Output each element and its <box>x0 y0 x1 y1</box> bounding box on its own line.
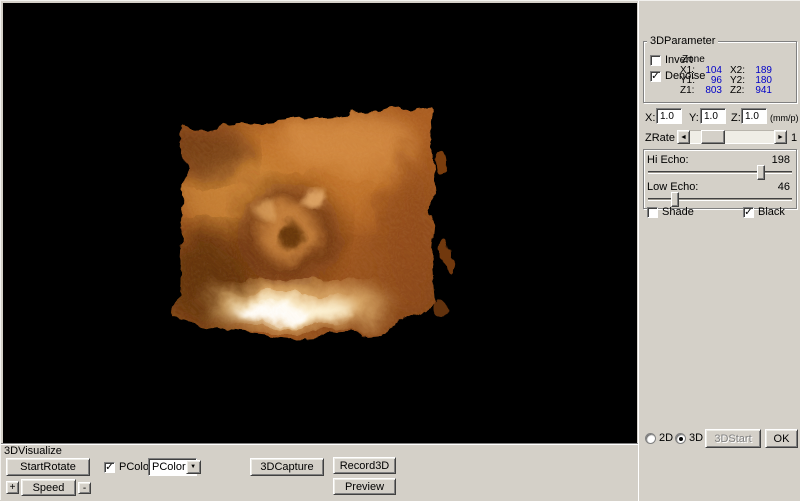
zone-row-x: X1: 104 X2: 189 <box>680 65 796 75</box>
scale-x-label: X: <box>645 112 655 124</box>
zone-z2-value: 941 <box>742 85 772 96</box>
shade-checkbox[interactable]: Shade <box>647 206 694 218</box>
preview-button[interactable]: Preview <box>333 478 396 495</box>
scale-y-label: Y: <box>689 112 699 124</box>
hi-echo-slider[interactable] <box>648 171 792 174</box>
zone-label: Zone <box>682 54 705 65</box>
scale-y-input[interactable] <box>700 108 726 124</box>
shade-checkbox-box <box>647 207 658 218</box>
mode-2d-radio[interactable]: 2D <box>645 432 673 444</box>
hi-echo-thumb[interactable] <box>757 165 765 180</box>
zrate-right-arrow[interactable]: ► <box>774 130 787 144</box>
denoise-checkbox-box: ✓ <box>650 71 661 82</box>
mode-2d-radio-label: 2D <box>659 432 673 444</box>
low-echo-slider[interactable] <box>648 198 792 201</box>
shade-checkbox-label: Shade <box>662 206 694 218</box>
zrate-value: 1 <box>791 132 797 144</box>
mode-3d-radio-circle <box>675 433 686 444</box>
mode-2d-radio-circle <box>645 433 656 444</box>
pcolor-checkbox-box: ✓ <box>104 462 115 473</box>
visualize-panel-title: 3DVisualize <box>4 445 62 457</box>
visualize-panel: 3DVisualize StartRotate ✓ PColor PColor … <box>1 443 638 501</box>
zrate-scrollbar[interactable]: ◄ ► <box>677 130 787 144</box>
zrate-left-arrow[interactable]: ◄ <box>677 130 690 144</box>
echo-groupbox: Hi Echo: 198 Low Echo: 46 <box>643 149 797 209</box>
hi-echo-value: 198 <box>772 154 790 166</box>
zone-row-z: Z1: 803 Z2: 941 <box>680 85 796 95</box>
mode-3d-radio[interactable]: 3D <box>675 432 703 444</box>
parameter-groupbox: 3DParameter Invert ✓ Denoise Zone X1: 10… <box>643 41 797 103</box>
hi-echo-label: Hi Echo: <box>647 154 689 166</box>
start-rotate-button[interactable]: StartRotate <box>6 458 90 476</box>
scale-z-input[interactable] <box>741 108 767 124</box>
dropdown-arrow-icon[interactable]: ▼ <box>186 460 201 474</box>
black-checkbox-box: ✓ <box>743 207 754 218</box>
ok-button[interactable]: OK <box>765 429 798 448</box>
speed-button[interactable]: Speed <box>21 479 76 496</box>
zone-row-y: Y1: 96 Y2: 180 <box>680 75 796 85</box>
pcolor-checkbox[interactable]: ✓ PColor <box>104 461 153 473</box>
black-checkbox-label: Black <box>758 206 785 218</box>
pcolor-select-value: PColor <box>149 461 186 473</box>
black-checkbox[interactable]: ✓ Black <box>743 206 785 218</box>
record3d-button[interactable]: Record3D <box>333 457 396 474</box>
speed-minus-button[interactable]: - <box>78 482 91 494</box>
pcolor-select[interactable]: PColor ▼ <box>148 458 197 476</box>
scale-z-label: Z: <box>731 112 741 124</box>
speed-plus-button[interactable]: + <box>6 481 19 494</box>
zrate-thumb[interactable] <box>701 130 725 144</box>
invert-checkbox-box <box>650 55 661 66</box>
zone-z1-value: 803 <box>692 85 722 96</box>
parameter-group-title: 3DParameter <box>647 35 718 47</box>
3d-viewport[interactable] <box>3 3 637 443</box>
ultrasound-render <box>3 3 637 443</box>
parameter-panel: 3DParameter Invert ✓ Denoise Zone X1: 10… <box>638 1 800 501</box>
low-echo-value: 46 <box>778 181 790 193</box>
3dstart-button[interactable]: 3DStart <box>705 429 761 448</box>
scale-unit-label: (mm/p) <box>770 113 799 123</box>
low-echo-thumb[interactable] <box>671 192 679 207</box>
mode-3d-radio-label: 3D <box>689 432 703 444</box>
zrate-label: ZRate <box>645 132 675 144</box>
scale-x-input[interactable] <box>656 108 682 124</box>
3dcapture-button[interactable]: 3DCapture <box>250 458 324 476</box>
app-window: 3DParameter Invert ✓ Denoise Zone X1: 10… <box>0 0 800 500</box>
